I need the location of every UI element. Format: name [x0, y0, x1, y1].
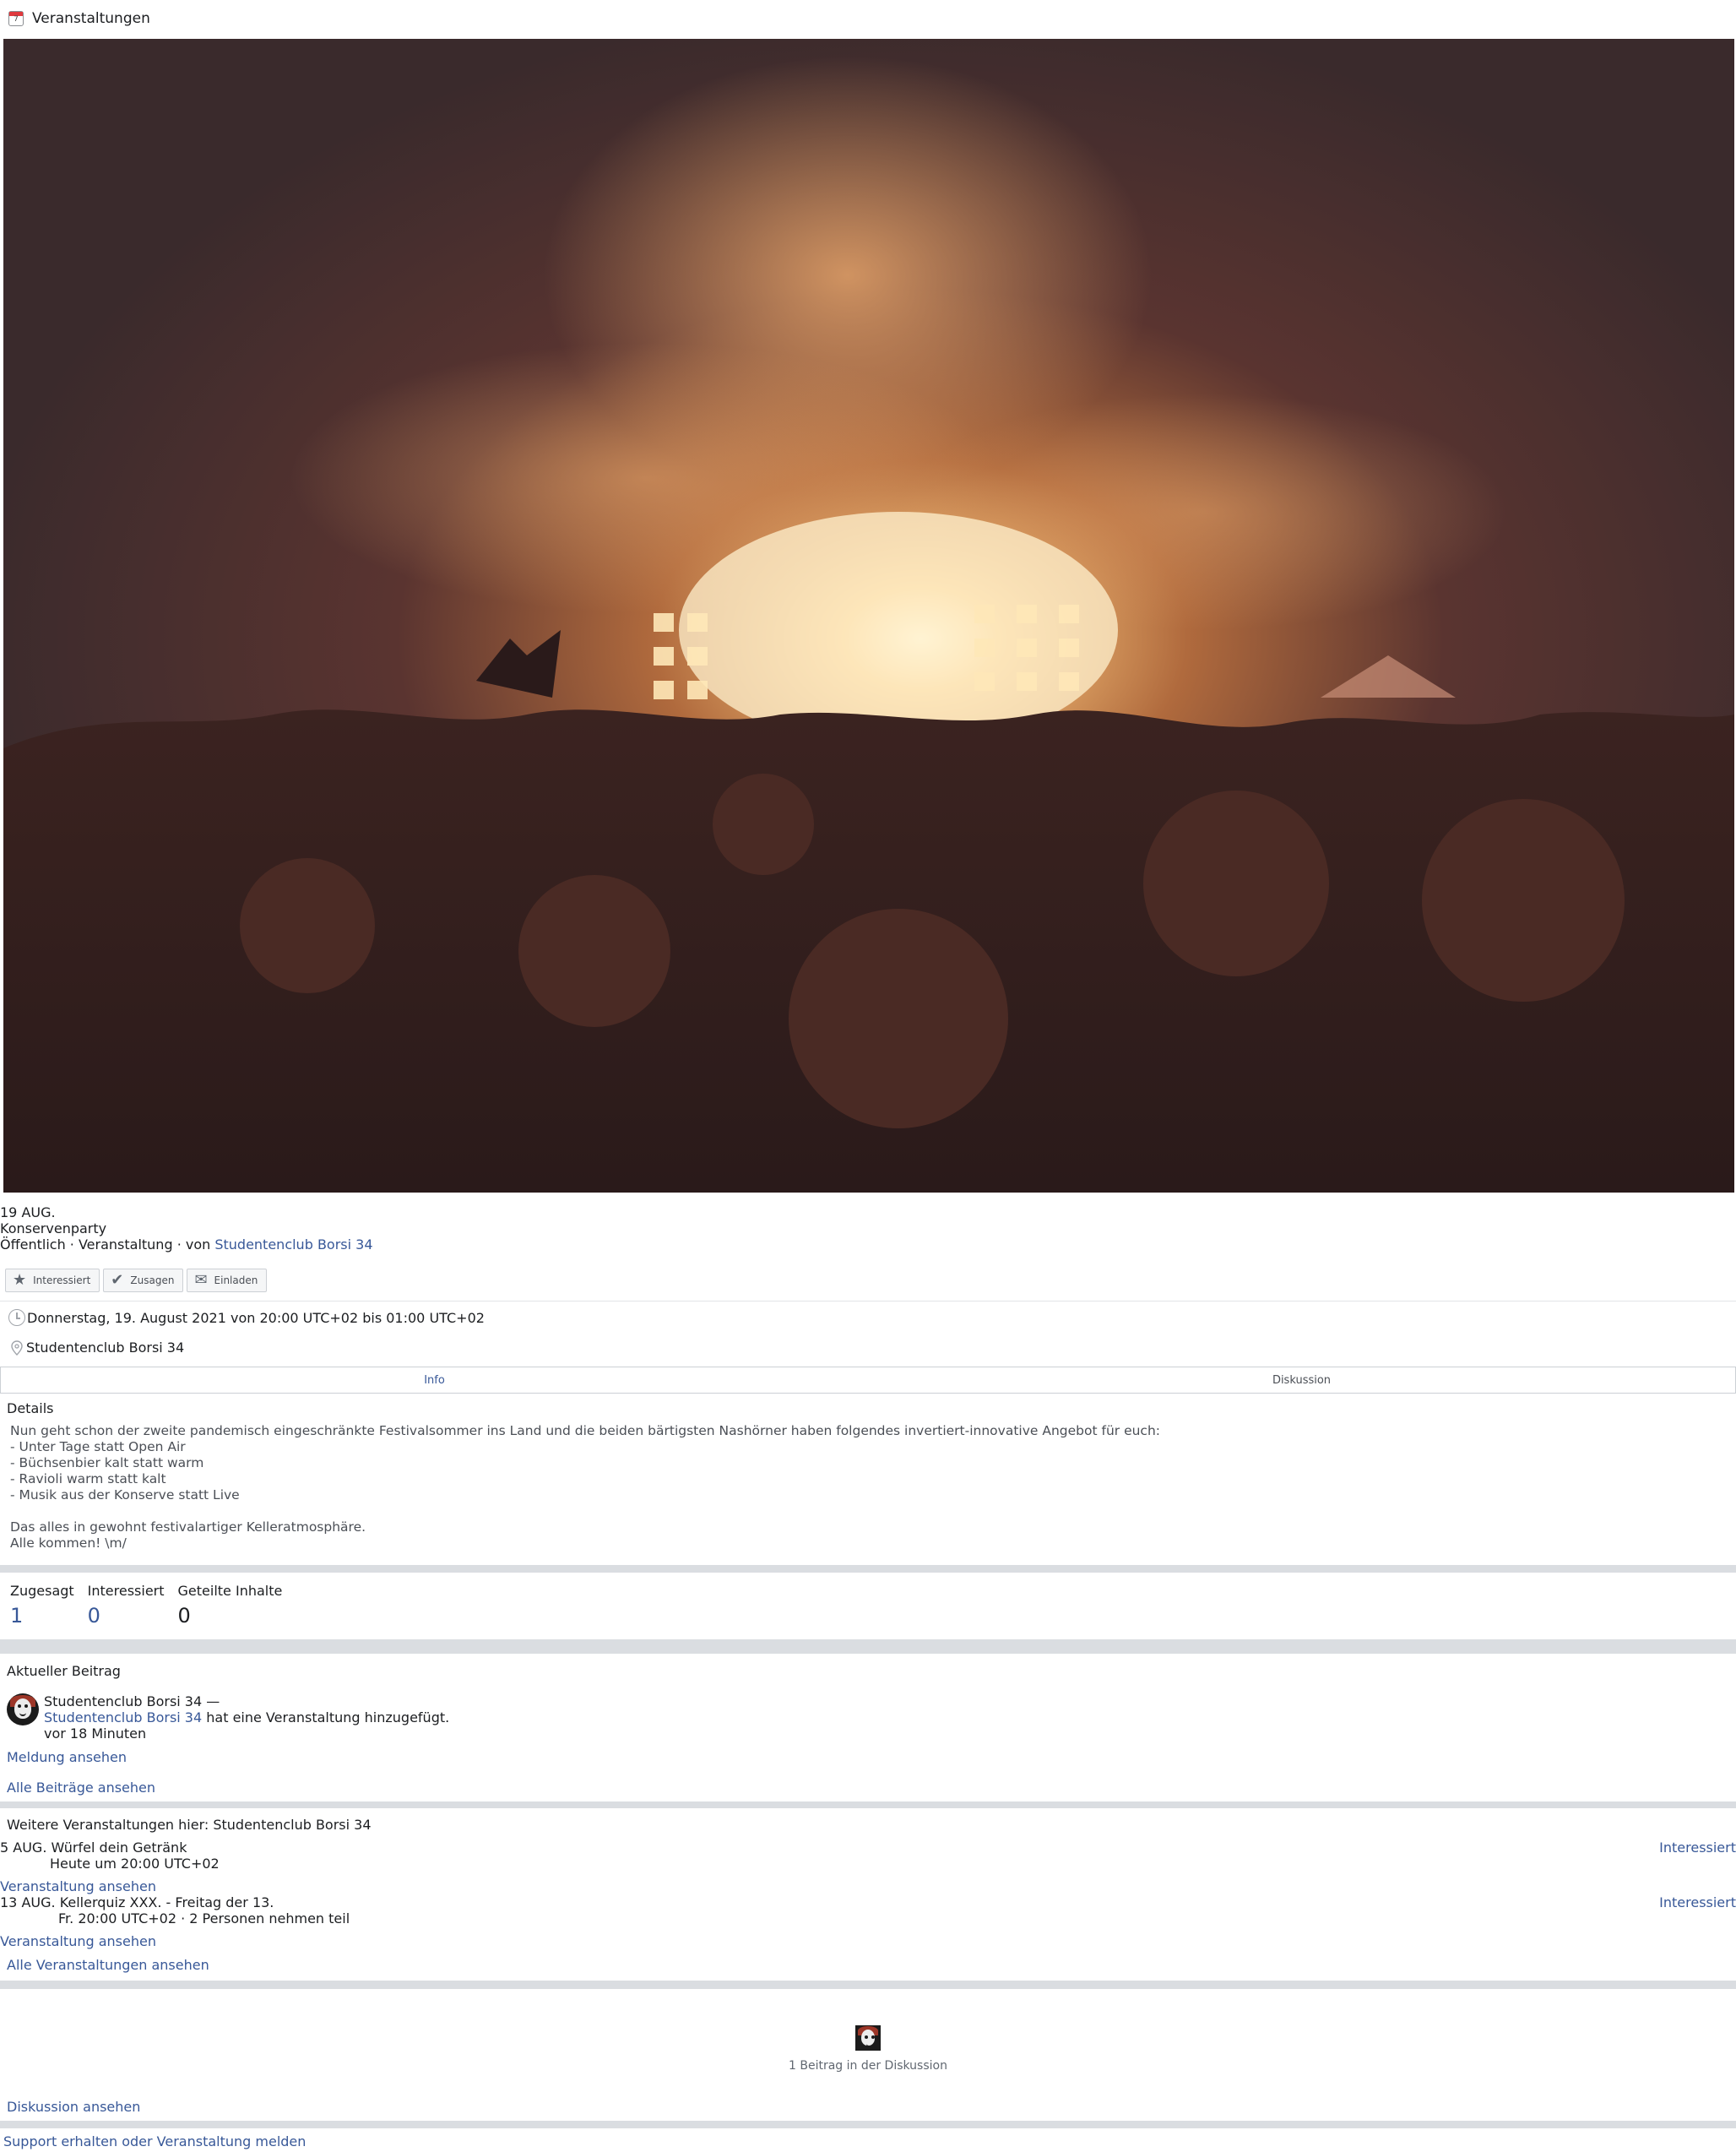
details-heading: Details [7, 1400, 54, 1416]
section-divider [0, 1801, 1736, 1808]
event-item-title[interactable]: Kellerquiz XXX. - Freitag der 13. [60, 1894, 274, 1910]
event-cover-photo[interactable] [3, 39, 1734, 1193]
list-item: 5 AUG. Würfel dein Getränk Heute um 20:0… [0, 1840, 1736, 1872]
event-actions: ★ Interessiert ✔ Zusagen ✉ Einladen [5, 1269, 268, 1292]
event-item-interested-button[interactable]: Interessiert [1659, 1840, 1736, 1856]
star-icon: ★ [13, 1271, 27, 1289]
post-actor-link[interactable]: Studentenclub Borsi 34 [44, 1709, 202, 1725]
stat-going-count: 1 [10, 1604, 24, 1628]
invite-button-label: Einladen [214, 1274, 258, 1286]
avatar[interactable] [855, 2025, 881, 2051]
event-tabs: Info Diskussion [0, 1367, 1736, 1394]
all-events-link[interactable]: Alle Veranstaltungen ansehen [7, 1957, 209, 1973]
stat-shared: Geteilte Inhalte 0 [178, 1583, 283, 1628]
event-title: Konservenparty [0, 1220, 107, 1236]
recent-post-heading: Aktueller Beitrag [7, 1663, 121, 1679]
stat-interested[interactable]: Interessiert 0 [88, 1583, 165, 1628]
going-button-label: Zusagen [130, 1274, 175, 1286]
stat-interested-label: Interessiert [87, 1583, 165, 1599]
stat-going[interactable]: Zugesagt 1 [10, 1583, 74, 1628]
stat-going-label: Zugesagt [10, 1583, 74, 1599]
list-item: 13 AUG. Kellerquiz XXX. - Freitag der 13… [0, 1894, 1736, 1926]
post-timestamp: vor 18 Minuten [44, 1725, 147, 1742]
post-action-text: hat eine Veranstaltung hinzugefügt. [202, 1709, 450, 1725]
interested-button[interactable]: ★ Interessiert [5, 1269, 100, 1292]
view-event-link[interactable]: Veranstaltung ansehen [0, 1878, 156, 1894]
event-location-row: Studentenclub Borsi 34 [8, 1340, 184, 1356]
event-item-when: Heute um 20:00 UTC+02 [50, 1856, 220, 1872]
section-divider [0, 2121, 1736, 2128]
check-icon: ✔ [111, 1271, 124, 1289]
event-meta: Öffentlich · Veranstaltung · von Student… [0, 1236, 1736, 1253]
interested-button-label: Interessiert [33, 1274, 91, 1286]
calendar-icon [8, 11, 24, 26]
event-header: 19 AUG. Konservenparty Öffentlich · Vera… [0, 1204, 1736, 1253]
event-item-date: 13 AUG. [0, 1894, 56, 1910]
event-datetime: Donnerstag, 19. August 2021 von 20:00 UT… [27, 1309, 485, 1326]
view-discussion-link[interactable]: Diskussion ansehen [7, 2099, 140, 2115]
event-item-interested-button[interactable]: Interessiert [1659, 1894, 1736, 1910]
discussion-count: 1 Beitrag in der Diskussion [789, 2059, 947, 2073]
section-divider [0, 1639, 1736, 1654]
host-link[interactable]: Studentenclub Borsi 34 [214, 1236, 372, 1253]
page-title: Veranstaltungen [32, 10, 150, 27]
recent-post-content: Studentenclub Borsi 34 — Studentenclub B… [44, 1693, 449, 1742]
stat-shared-count: 0 [177, 1604, 191, 1628]
event-datetime-row: Donnerstag, 19. August 2021 von 20:00 UT… [8, 1309, 485, 1326]
event-item-when: Fr. 20:00 UTC+02 · 2 Personen nehmen tei… [58, 1910, 350, 1926]
clock-icon [8, 1309, 25, 1326]
post-activity: Studentenclub Borsi 34 hat eine Veransta… [44, 1709, 449, 1725]
tab-discussion[interactable]: Diskussion [868, 1367, 1735, 1393]
cover-image [3, 39, 1734, 1193]
section-divider [0, 1981, 1736, 1989]
event-location: Studentenclub Borsi 34 [26, 1340, 185, 1356]
going-button[interactable]: ✔ Zusagen [103, 1269, 184, 1292]
post-author-line: Studentenclub Borsi 34 — [44, 1693, 220, 1709]
location-pin-icon [11, 1340, 23, 1356]
more-events-heading: Weitere Veranstaltungen hier: Studentenc… [7, 1817, 372, 1833]
event-date-badge: 19 AUG. [0, 1204, 56, 1220]
section-divider [0, 1565, 1736, 1573]
avatar[interactable] [7, 1693, 39, 1725]
support-report-link[interactable]: Support erhalten oder Veranstaltung meld… [3, 2133, 306, 2149]
view-post-link[interactable]: Meldung ansehen [7, 1749, 127, 1765]
stat-interested-count: 0 [87, 1604, 100, 1628]
event-meta-prefix: Öffentlich · Veranstaltung · von [0, 1236, 215, 1253]
all-posts-link[interactable]: Alle Beiträge ansehen [7, 1780, 155, 1796]
event-item-title[interactable]: Würfel dein Getränk [52, 1840, 187, 1856]
top-bar: Veranstaltungen [0, 0, 1736, 37]
stat-shared-label: Geteilte Inhalte [177, 1583, 283, 1599]
view-event-link[interactable]: Veranstaltung ansehen [0, 1933, 156, 1949]
details-description: Nun geht schon der zweite pandemisch ein… [10, 1423, 1160, 1551]
event-item-date: 5 AUG. [0, 1840, 47, 1856]
envelope-icon: ✉ [194, 1271, 208, 1289]
attendance-stats: Zugesagt 1 Interessiert 0 Geteilte Inhal… [10, 1583, 282, 1628]
divider [0, 1301, 1736, 1302]
tab-info[interactable]: Info [1, 1367, 868, 1393]
invite-button[interactable]: ✉ Einladen [187, 1269, 268, 1292]
